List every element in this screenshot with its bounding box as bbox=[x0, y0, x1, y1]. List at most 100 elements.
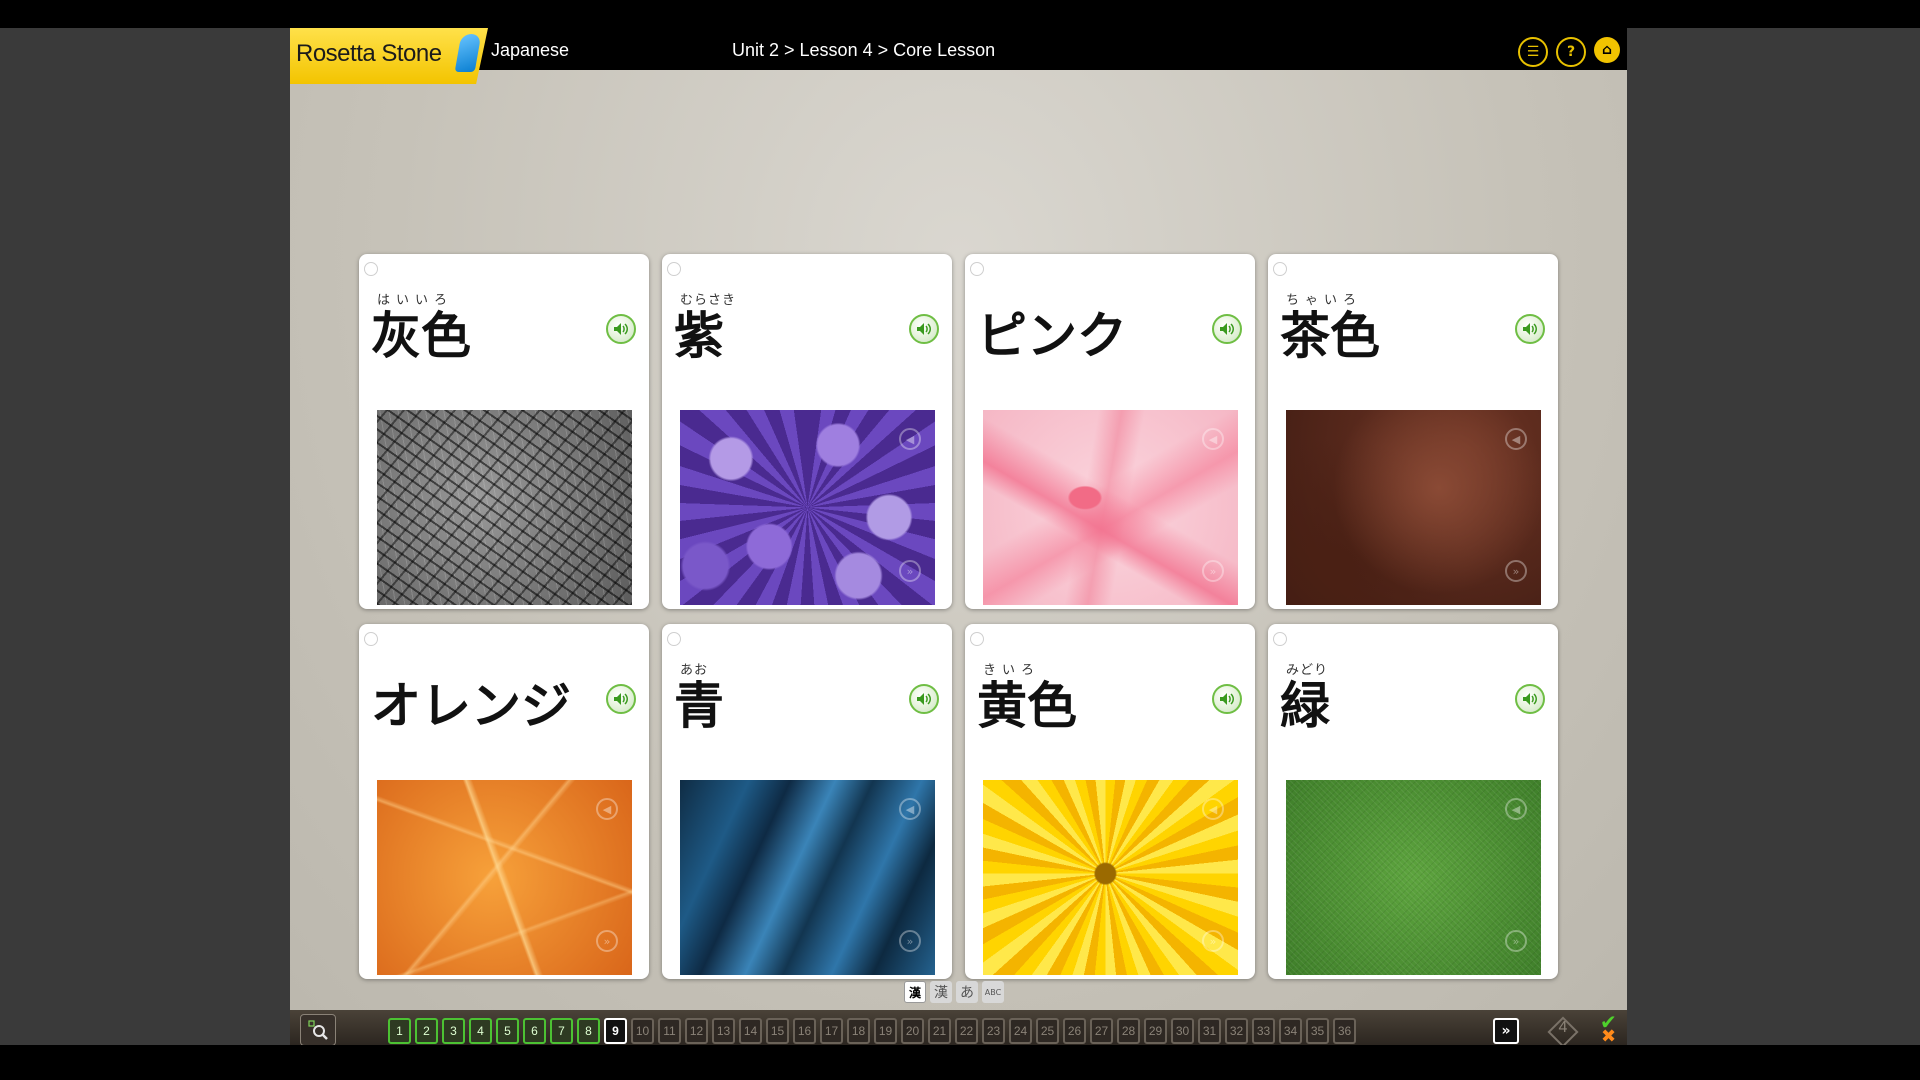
mode-kana[interactable]: あ bbox=[956, 981, 978, 1003]
word-card-blue[interactable]: あお 青 ◀ » bbox=[662, 624, 952, 979]
speaker-icon[interactable] bbox=[1212, 684, 1242, 714]
page-button-19[interactable]: 19 bbox=[874, 1018, 897, 1044]
page-button-26[interactable]: 26 bbox=[1063, 1018, 1086, 1044]
magnifier-icon[interactable] bbox=[300, 1014, 336, 1045]
page-button-8[interactable]: 8 bbox=[577, 1018, 600, 1044]
forward-icon[interactable]: » bbox=[596, 930, 618, 952]
page-button-36[interactable]: 36 bbox=[1333, 1018, 1356, 1044]
replay-icon[interactable]: ◀ bbox=[1202, 428, 1224, 450]
speaker-icon[interactable] bbox=[909, 314, 939, 344]
word-card-purple[interactable]: むらさき 紫 ◀ » bbox=[662, 254, 952, 609]
word-text: 青 bbox=[674, 677, 724, 735]
forward-icon[interactable]: » bbox=[899, 560, 921, 582]
forward-icon[interactable]: » bbox=[899, 930, 921, 952]
breadcrumb: Unit 2 > Lesson 4 > Core Lesson bbox=[732, 40, 996, 60]
page-button-25[interactable]: 25 bbox=[1036, 1018, 1059, 1044]
forward-icon[interactable]: » bbox=[1202, 560, 1224, 582]
forward-icon[interactable]: » bbox=[1505, 930, 1527, 952]
top-letterbox bbox=[0, 0, 1920, 28]
replay-icon[interactable]: ◀ bbox=[1202, 798, 1224, 820]
page-button-20[interactable]: 20 bbox=[901, 1018, 924, 1044]
mode-kanji-furigana[interactable]: 漢 bbox=[904, 981, 926, 1003]
replay-icon[interactable]: ◀ bbox=[899, 428, 921, 450]
word-card-orange[interactable]: オレンジ ◀ » bbox=[359, 624, 649, 979]
card-image-blue-silk: ◀ » bbox=[680, 780, 935, 975]
rosetta-stone-logo: Rosetta Stone bbox=[290, 28, 488, 84]
page-button-9[interactable]: 9 bbox=[604, 1018, 627, 1044]
page-button-22[interactable]: 22 bbox=[955, 1018, 978, 1044]
word-text: オレンジ bbox=[371, 677, 571, 735]
page-button-27[interactable]: 27 bbox=[1090, 1018, 1113, 1044]
attempts-count: 4 bbox=[1558, 1019, 1568, 1036]
page-button-31[interactable]: 31 bbox=[1198, 1018, 1221, 1044]
page-button-15[interactable]: 15 bbox=[766, 1018, 789, 1044]
page-button-32[interactable]: 32 bbox=[1225, 1018, 1248, 1044]
next-page-button[interactable]: » bbox=[1493, 1018, 1519, 1044]
page-button-5[interactable]: 5 bbox=[496, 1018, 519, 1044]
page-button-14[interactable]: 14 bbox=[739, 1018, 762, 1044]
speaker-icon[interactable] bbox=[909, 684, 939, 714]
replay-icon[interactable]: ◀ bbox=[1505, 798, 1527, 820]
page-button-34[interactable]: 34 bbox=[1279, 1018, 1302, 1044]
word-card-brown[interactable]: ちゃいろ 茶色 ◀ » bbox=[1268, 254, 1558, 609]
page-button-30[interactable]: 30 bbox=[1171, 1018, 1194, 1044]
bottom-letterbox bbox=[0, 1045, 1920, 1080]
page-button-1[interactable]: 1 bbox=[388, 1018, 411, 1044]
page-button-6[interactable]: 6 bbox=[523, 1018, 546, 1044]
replay-icon[interactable]: ◀ bbox=[1505, 428, 1527, 450]
speaker-icon[interactable] bbox=[1212, 314, 1242, 344]
app-window: Rosetta Stone Japanese Unit 2 > Lesson 4… bbox=[290, 28, 1627, 1045]
word-text: 灰色 bbox=[371, 307, 471, 365]
page-button-23[interactable]: 23 bbox=[982, 1018, 1005, 1044]
page-button-21[interactable]: 21 bbox=[928, 1018, 951, 1044]
word-card-gray[interactable]: はいいろ 灰色 bbox=[359, 254, 649, 609]
forward-icon[interactable]: » bbox=[1505, 560, 1527, 582]
page-button-16[interactable]: 16 bbox=[793, 1018, 816, 1044]
word-text: ピンク bbox=[977, 307, 1127, 365]
pin-icon bbox=[667, 632, 681, 646]
page-button-11[interactable]: 11 bbox=[658, 1018, 681, 1044]
page-button-7[interactable]: 7 bbox=[550, 1018, 573, 1044]
pin-icon bbox=[1273, 262, 1287, 276]
page-button-2[interactable]: 2 bbox=[415, 1018, 438, 1044]
page-button-12[interactable]: 12 bbox=[685, 1018, 708, 1044]
page-button-10[interactable]: 10 bbox=[631, 1018, 654, 1044]
speaker-icon[interactable] bbox=[1515, 314, 1545, 344]
list-menu-icon[interactable]: ☰ bbox=[1518, 37, 1548, 67]
mode-kanji[interactable]: 漢 bbox=[930, 981, 952, 1003]
replay-icon[interactable]: ◀ bbox=[899, 798, 921, 820]
page-navigator: 1 2 3 4 5 6 7 8 9 10 11 12 13 14 15 16 17 18 19 20 21 22 23 24 2… bbox=[388, 1018, 1356, 1044]
mode-romaji[interactable]: ABC bbox=[982, 981, 1004, 1003]
word-text: 黄色 bbox=[977, 677, 1077, 735]
card-image-green-grass: ◀ » bbox=[1286, 780, 1541, 975]
speaker-icon[interactable] bbox=[606, 314, 636, 344]
help-icon[interactable]: ? bbox=[1556, 37, 1586, 67]
home-icon[interactable]: ⌂ bbox=[1594, 37, 1620, 63]
forward-icon[interactable]: » bbox=[1202, 930, 1224, 952]
word-card-green[interactable]: みどり 緑 ◀ » bbox=[1268, 624, 1558, 979]
pin-icon bbox=[364, 262, 378, 276]
page-button-17[interactable]: 17 bbox=[820, 1018, 843, 1044]
word-card-pink[interactable]: ピンク ◀ » bbox=[965, 254, 1255, 609]
card-image-orange-leaf: ◀ » bbox=[377, 780, 632, 975]
speaker-icon[interactable] bbox=[606, 684, 636, 714]
card-image-elephant-skin bbox=[377, 410, 632, 605]
bottom-nav-bar: 1 2 3 4 5 6 7 8 9 10 11 12 13 14 15 16 17 18 19 20 21 22 23 24 2… bbox=[290, 1010, 1627, 1045]
page-button-35[interactable]: 35 bbox=[1306, 1018, 1329, 1044]
incorrect-cross-icon: ✖ bbox=[1601, 1026, 1617, 1045]
page-button-4[interactable]: 4 bbox=[469, 1018, 492, 1044]
page-button-29[interactable]: 29 bbox=[1144, 1018, 1167, 1044]
word-card-yellow[interactable]: きいろ 黄色 ◀ » bbox=[965, 624, 1255, 979]
pin-icon bbox=[667, 262, 681, 276]
speaker-icon[interactable] bbox=[1515, 684, 1545, 714]
page-button-33[interactable]: 33 bbox=[1252, 1018, 1275, 1044]
course-language: Japanese bbox=[491, 40, 570, 60]
page-button-24[interactable]: 24 bbox=[1009, 1018, 1032, 1044]
page-button-3[interactable]: 3 bbox=[442, 1018, 465, 1044]
page-button-28[interactable]: 28 bbox=[1117, 1018, 1140, 1044]
replay-icon[interactable]: ◀ bbox=[596, 798, 618, 820]
page-button-13[interactable]: 13 bbox=[712, 1018, 735, 1044]
page-button-18[interactable]: 18 bbox=[847, 1018, 870, 1044]
card-image-purple-flowers: ◀ » bbox=[680, 410, 935, 605]
card-image-yellow-flower: ◀ » bbox=[983, 780, 1238, 975]
